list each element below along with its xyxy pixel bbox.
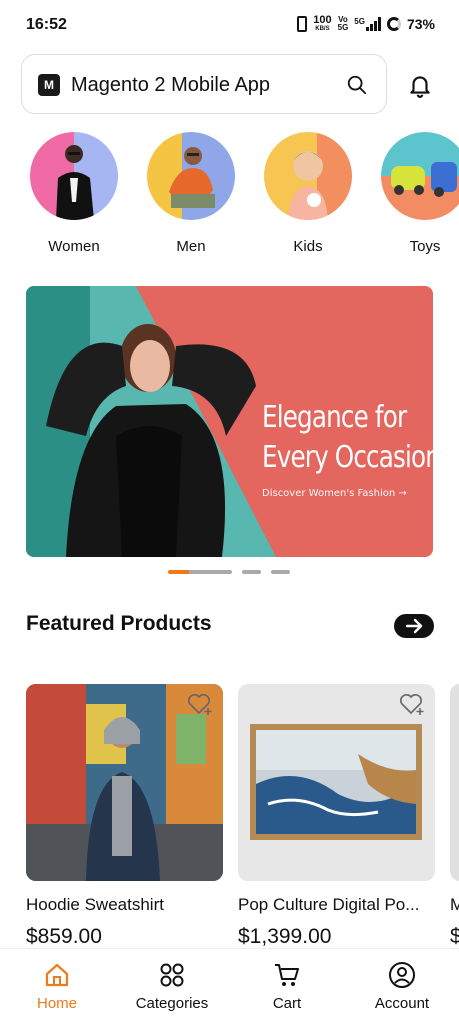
carousel-dot[interactable]: [242, 570, 261, 574]
product-card[interactable]: Pop Culture Digital Po... $1,399.00: [238, 684, 435, 949]
net-speed-value: 100: [313, 14, 332, 26]
nav-account[interactable]: Account: [352, 961, 452, 1012]
category-toys[interactable]: Toys: [380, 132, 459, 255]
see-all-button[interactable]: [394, 614, 434, 638]
category-label: Men: [176, 238, 206, 255]
banner-title-line1: Elegance for: [262, 400, 407, 435]
status-time: 16:52: [26, 16, 67, 33]
nav-cart[interactable]: Cart: [237, 961, 337, 1012]
category-label: Toys: [409, 238, 441, 255]
category-women[interactable]: Women: [29, 132, 119, 255]
account-icon: [389, 962, 415, 988]
category-women-image: [30, 132, 118, 220]
section-title: Featured Products: [26, 612, 212, 635]
product-price: $859.00: [26, 925, 102, 948]
battery-level: 73%: [406, 16, 435, 32]
nav-label: Home: [36, 995, 77, 1012]
cart-icon: [275, 964, 299, 986]
nav-label: Categories: [135, 995, 209, 1012]
category-kids-image: [264, 132, 352, 220]
signal-icon: 5G: [354, 17, 381, 31]
favorite-add-icon[interactable]: [399, 692, 425, 716]
status-bar: 16:52 100 KB/S Vo 5G 5G 73%: [0, 0, 459, 52]
nav-label: Account: [374, 995, 430, 1012]
vibrate-icon: [297, 16, 308, 32]
search-icon[interactable]: [346, 74, 368, 96]
brand-logo-icon: M: [38, 74, 60, 96]
nav-categories[interactable]: Categories: [122, 961, 222, 1012]
favorite-add-icon[interactable]: [187, 692, 213, 716]
product-price: $1,399.00: [238, 925, 332, 948]
product-name: Pop Culture Digital Po...: [238, 895, 420, 914]
nav-label: Cart: [272, 995, 302, 1012]
search-bar[interactable]: M Magento 2 Mobile App: [21, 54, 387, 114]
product-card[interactable]: M $: [450, 684, 459, 949]
product-image: [26, 684, 223, 881]
category-kids[interactable]: Kids: [263, 132, 353, 255]
promo-banner[interactable]: Elegance for Every Occasion Discover Wom…: [26, 286, 433, 557]
category-men-image: [147, 132, 235, 220]
network-type: 5G: [354, 17, 365, 26]
product-card[interactable]: Hoodie Sweatshirt $859.00: [26, 684, 223, 949]
banner-subtitle: Discover Women's Fashion →: [262, 488, 407, 499]
home-icon: [45, 963, 69, 987]
net-speed: 100 KB/S: [313, 15, 331, 33]
arrow-right-icon: [405, 618, 423, 634]
search-label: Magento 2 Mobile App: [71, 74, 271, 96]
battery-icon: [386, 17, 401, 31]
banner-title-line2: Every Occasion: [262, 440, 433, 475]
category-men[interactable]: Men: [146, 132, 236, 255]
product-image: [238, 684, 435, 881]
bell-icon[interactable]: [407, 72, 433, 98]
product-price: $: [450, 925, 459, 948]
category-label: Kids: [293, 238, 323, 255]
net-speed-unit: KB/S: [315, 26, 330, 32]
carousel-indicator: [168, 570, 290, 574]
nav-home[interactable]: Home: [7, 961, 107, 1012]
status-icons: 100 KB/S Vo 5G 5G 73%: [297, 15, 435, 33]
carousel-dot-active[interactable]: [168, 570, 232, 574]
category-label: Women: [48, 238, 100, 255]
banner-text: Elegance for Every Occasion Discover Wom…: [262, 398, 433, 499]
volte-bottom: 5G: [337, 23, 349, 32]
grid-icon: [160, 963, 184, 987]
category-toys-image: [381, 132, 459, 220]
product-image: [450, 684, 459, 881]
product-name: M: [450, 895, 459, 915]
bottom-navigation: Home Categories Cart Account: [0, 948, 459, 1025]
volte-indicator: Vo 5G: [338, 16, 349, 32]
product-name: Hoodie Sweatshirt: [26, 895, 164, 914]
carousel-dot[interactable]: [271, 570, 290, 574]
